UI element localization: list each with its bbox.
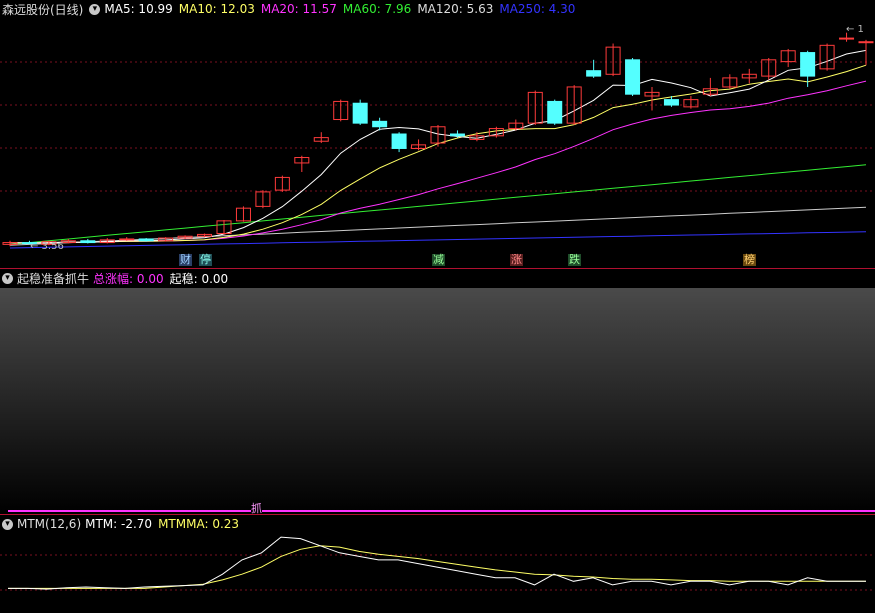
signal-tag-3[interactable]: 涨: [510, 254, 523, 266]
signal-tag-0[interactable]: 财: [179, 254, 192, 266]
signal-tag-5[interactable]: 榜: [743, 254, 756, 266]
mtm-chart: [0, 536, 875, 591]
signal-tag-1[interactable]: 停: [199, 254, 212, 266]
signal-tag-4[interactable]: 跌: [568, 254, 581, 266]
signal-tag-2[interactable]: 减: [432, 254, 445, 266]
